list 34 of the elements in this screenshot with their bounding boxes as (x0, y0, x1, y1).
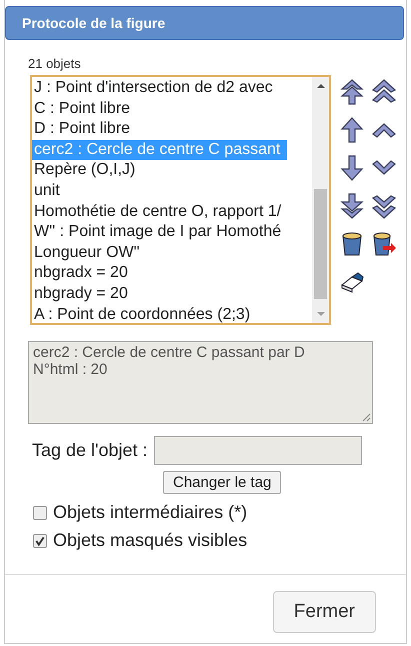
object-list-item[interactable]: Homothétie de centre O, rapport 1/ (32, 202, 287, 222)
checkbox[interactable] (33, 506, 47, 520)
arrow-down-icon[interactable] (339, 155, 365, 181)
tag-input[interactable] (154, 436, 362, 465)
object-list-item[interactable]: nbgradx = 20 (32, 263, 287, 284)
dialog-title: Protocole de la figure (5, 6, 404, 40)
scrollbar-thumb[interactable] (314, 189, 327, 299)
object-count: 21 objets (28, 56, 82, 71)
checkbox[interactable] (33, 534, 47, 548)
object-list-item[interactable]: A : Point de coordonnées (2;3) (32, 304, 287, 323)
option-label: Objets masqués visibles (53, 530, 248, 551)
bin-with-arrow-icon[interactable] (371, 231, 397, 257)
resize-grip-icon[interactable] (361, 412, 371, 422)
arrow-to-top-icon[interactable] (339, 79, 365, 105)
object-list-item[interactable]: D : Point libre (32, 119, 287, 140)
object-listbox[interactable] (30, 75, 331, 325)
arrow-to-bottom-icon[interactable] (339, 193, 365, 219)
scrollbar[interactable] (312, 77, 329, 323)
object-list-item[interactable]: unit (32, 180, 287, 202)
tag-label: Tag de l'objet : (32, 440, 148, 461)
close-button[interactable]: Fermer (272, 591, 376, 633)
object-list-item[interactable]: C : Point libre (32, 98, 287, 120)
scroll-up-icon[interactable] (316, 83, 326, 89)
object-list-item[interactable]: nbgrady = 20 (32, 284, 287, 305)
arrow-up-icon[interactable] (339, 117, 365, 143)
object-list-item[interactable]: W'' : Point image de I par Homothé (32, 222, 287, 243)
details-textarea[interactable]: cerc2 : Cercle de centre C passant par D N°html : 20 (28, 341, 373, 424)
double-chevron-down-icon[interactable] (371, 193, 397, 219)
change-tag-button[interactable]: Changer le tag (163, 471, 282, 494)
option-label: Objets intermédiaires (*) (53, 502, 248, 523)
double-chevron-up-icon[interactable] (371, 79, 397, 105)
object-list-item[interactable]: Repère (O,I,J) (32, 160, 287, 181)
object-list-item[interactable]: J : Point d'intersection de d2 avec (32, 78, 287, 99)
object-list-item[interactable]: Longueur OW'' (32, 242, 287, 264)
